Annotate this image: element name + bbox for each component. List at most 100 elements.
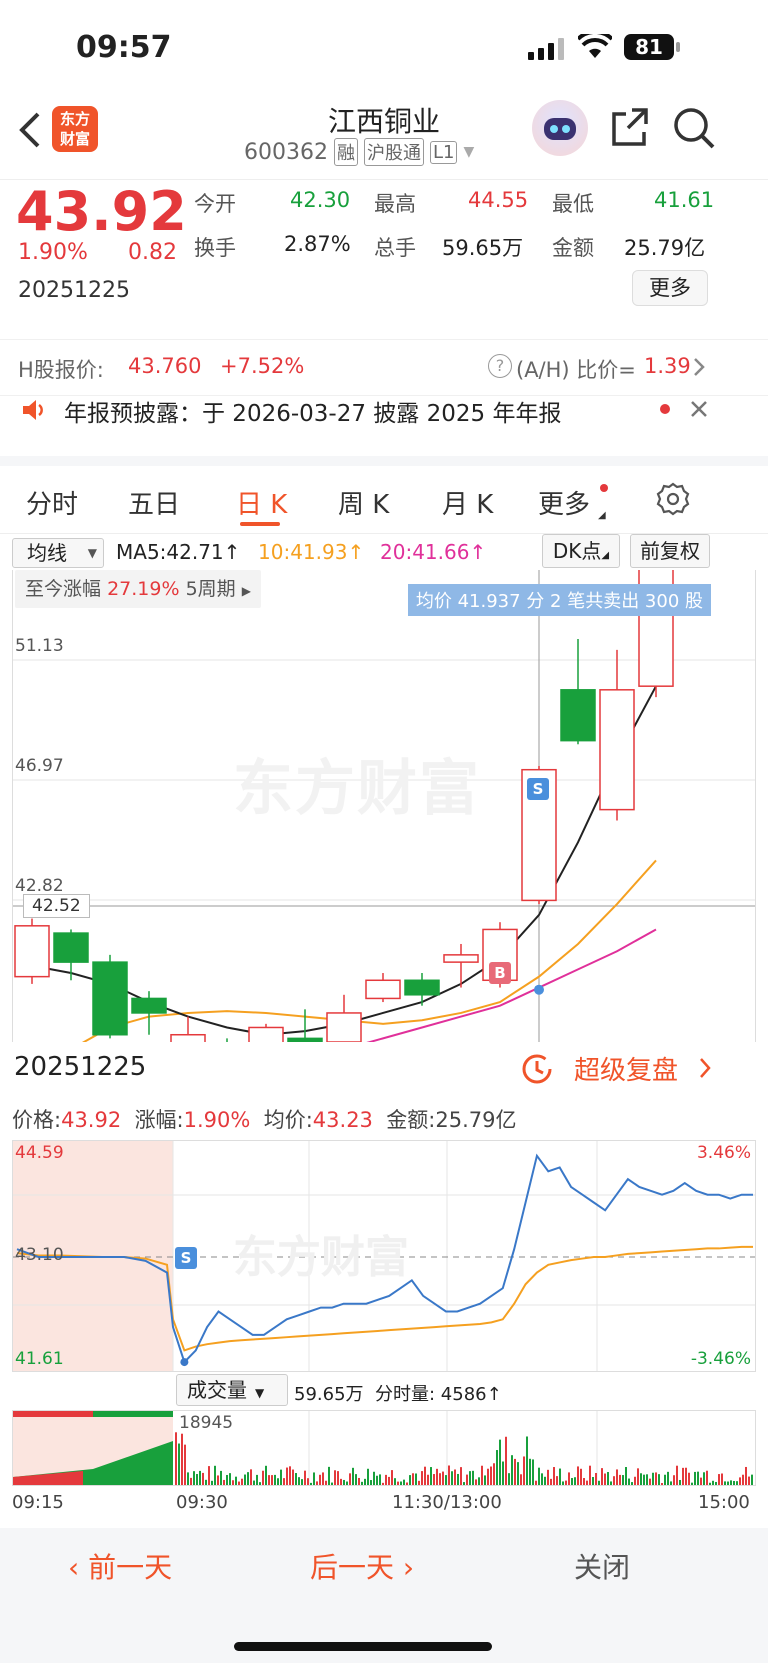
volume-bar [235, 1476, 237, 1485]
volume-bar [304, 1470, 306, 1485]
status-time: 09:57 [76, 30, 172, 65]
volume-bar [232, 1480, 234, 1485]
bottom-nav: ‹ 前一天 后一天 › 关闭 [0, 1528, 768, 1663]
volume-bar [655, 1472, 657, 1485]
volume-bar [376, 1475, 378, 1485]
volume-bar [640, 1473, 642, 1485]
help-icon[interactable]: ? [488, 354, 512, 378]
range-change-tag[interactable]: 至今涨幅 27.19% 5周期 ▶ [15, 570, 261, 608]
volume-bar [256, 1474, 258, 1485]
stock-name: 江西铜业 [327, 105, 440, 138]
adjust-button[interactable]: 前复权 [630, 534, 710, 568]
volume-bar [478, 1477, 480, 1485]
volume-bar [388, 1476, 390, 1485]
volume-bar [496, 1450, 498, 1485]
volume-bar [364, 1478, 366, 1485]
volume-bar [295, 1473, 297, 1485]
tab-monthly-k[interactable]: 月 K [442, 484, 493, 521]
h-share-row[interactable]: H股报价: 43.760 +7.52% ? (A/H) 比价= 1.39 [0, 340, 768, 396]
volume-bar [358, 1477, 360, 1485]
ah-ratio-value: 1.39 [644, 354, 691, 378]
volume-peak: 18945 [179, 1413, 234, 1433]
super-replay-link[interactable]: 超级复盘 [574, 1050, 678, 1087]
ma20-text: 20:41.66 [380, 540, 470, 564]
dk-point-button[interactable]: DK点◢ [542, 534, 620, 568]
minute-price-bar: 价格:43.92 涨幅:1.90% 均价:43.23 金额:25.79亿 [0, 1098, 768, 1140]
volume-bar [217, 1475, 219, 1485]
volume-bar [742, 1474, 744, 1485]
volume-bar [193, 1471, 195, 1485]
volume-bar [247, 1472, 249, 1485]
volume-bar [583, 1478, 585, 1485]
volume-bar [187, 1472, 189, 1485]
volume-bar [367, 1468, 369, 1485]
change-value: 0.82 [128, 240, 177, 265]
prev-day-button[interactable]: ‹ 前一天 [68, 1546, 172, 1586]
badge-level: L1 [429, 140, 458, 164]
volume-bar [442, 1471, 444, 1485]
tab-more[interactable]: 更多 [538, 484, 590, 521]
next-day-label: 后一天 [310, 1551, 395, 1584]
volume-bar [592, 1476, 594, 1485]
volume-bar [226, 1474, 228, 1485]
close-icon[interactable] [688, 398, 710, 424]
volume-bar [283, 1478, 285, 1485]
volume-bar [337, 1471, 339, 1485]
robot-avatar-icon[interactable] [532, 100, 588, 156]
caret-icon: ◢ [601, 550, 610, 561]
volume-bar [313, 1472, 315, 1485]
candle-body [560, 689, 596, 742]
tab-weekly-k[interactable]: 周 K [338, 484, 389, 521]
kline-chart[interactable]: 东方财富 至今涨幅 27.19% 5周期 ▶ 均价 41.937 分 2 笔共卖… [12, 570, 756, 1042]
volume-bar [568, 1472, 570, 1485]
time-axis: 09:15 09:30 11:30/13:00 15:00 [0, 1490, 768, 1520]
volume-bar [394, 1478, 396, 1485]
volume-bar [748, 1476, 750, 1485]
dropdown-icon[interactable]: ▼ [463, 144, 474, 160]
volume-bar [559, 1468, 561, 1485]
volume-bar [613, 1476, 615, 1485]
volume-bar [733, 1480, 735, 1485]
badge-margin: 融 [333, 138, 358, 166]
volume-bar [709, 1482, 711, 1485]
volume-bar [451, 1471, 453, 1485]
volume-bar [379, 1474, 381, 1485]
ma10-text: 10:41.93 [258, 540, 348, 564]
sell-marker[interactable]: S [175, 1247, 197, 1269]
volume-bar [277, 1478, 279, 1485]
minute-price-label: 价格: [12, 1108, 62, 1132]
volume-bar [703, 1472, 705, 1485]
volume-bar [490, 1466, 492, 1485]
sell-marker[interactable]: S [527, 778, 549, 800]
ma-select[interactable]: 均线 ▼ [12, 538, 104, 568]
tab-5day[interactable]: 五日 [128, 484, 180, 521]
caret-icon: ◢ [598, 510, 606, 521]
minute-amount-label: 金额: [386, 1108, 436, 1132]
minute-chart[interactable]: 东方财富 44.59 43.10 41.61 3.46% -3.46% S [12, 1140, 756, 1372]
tab-intraday[interactable]: 分时 [26, 484, 78, 521]
dropdown-icon: ▼ [255, 1386, 265, 1400]
volume-total: 59.65万 [294, 1384, 364, 1405]
notice-banner[interactable]: 年报预披露：于 2026-03-27 披露 2025 年年报 [0, 396, 768, 466]
volume-bar [409, 1475, 411, 1485]
volume-bar [649, 1478, 651, 1485]
volume-bar [205, 1479, 207, 1485]
volume-chart[interactable]: 18945 [12, 1410, 756, 1486]
buy-marker[interactable]: B [489, 962, 511, 984]
volume-bar [424, 1466, 426, 1485]
share-icon[interactable] [610, 106, 650, 152]
volume-bar [271, 1475, 273, 1485]
tab-daily-k[interactable]: 日 K [236, 484, 287, 521]
search-icon[interactable] [672, 106, 716, 154]
volume-bar [286, 1467, 288, 1485]
next-day-button[interactable]: 后一天 › [310, 1546, 414, 1586]
settings-icon[interactable] [656, 482, 690, 520]
volume-bar [730, 1480, 732, 1485]
chevron-right-icon[interactable] [698, 1056, 712, 1084]
volume-bar [346, 1481, 348, 1485]
close-button[interactable]: 关闭 [574, 1546, 630, 1586]
volume-bar [241, 1478, 243, 1485]
history-icon[interactable] [520, 1052, 554, 1090]
more-button[interactable]: 更多 [632, 270, 708, 306]
volume-select[interactable]: 成交量 ▼ [176, 1374, 288, 1406]
